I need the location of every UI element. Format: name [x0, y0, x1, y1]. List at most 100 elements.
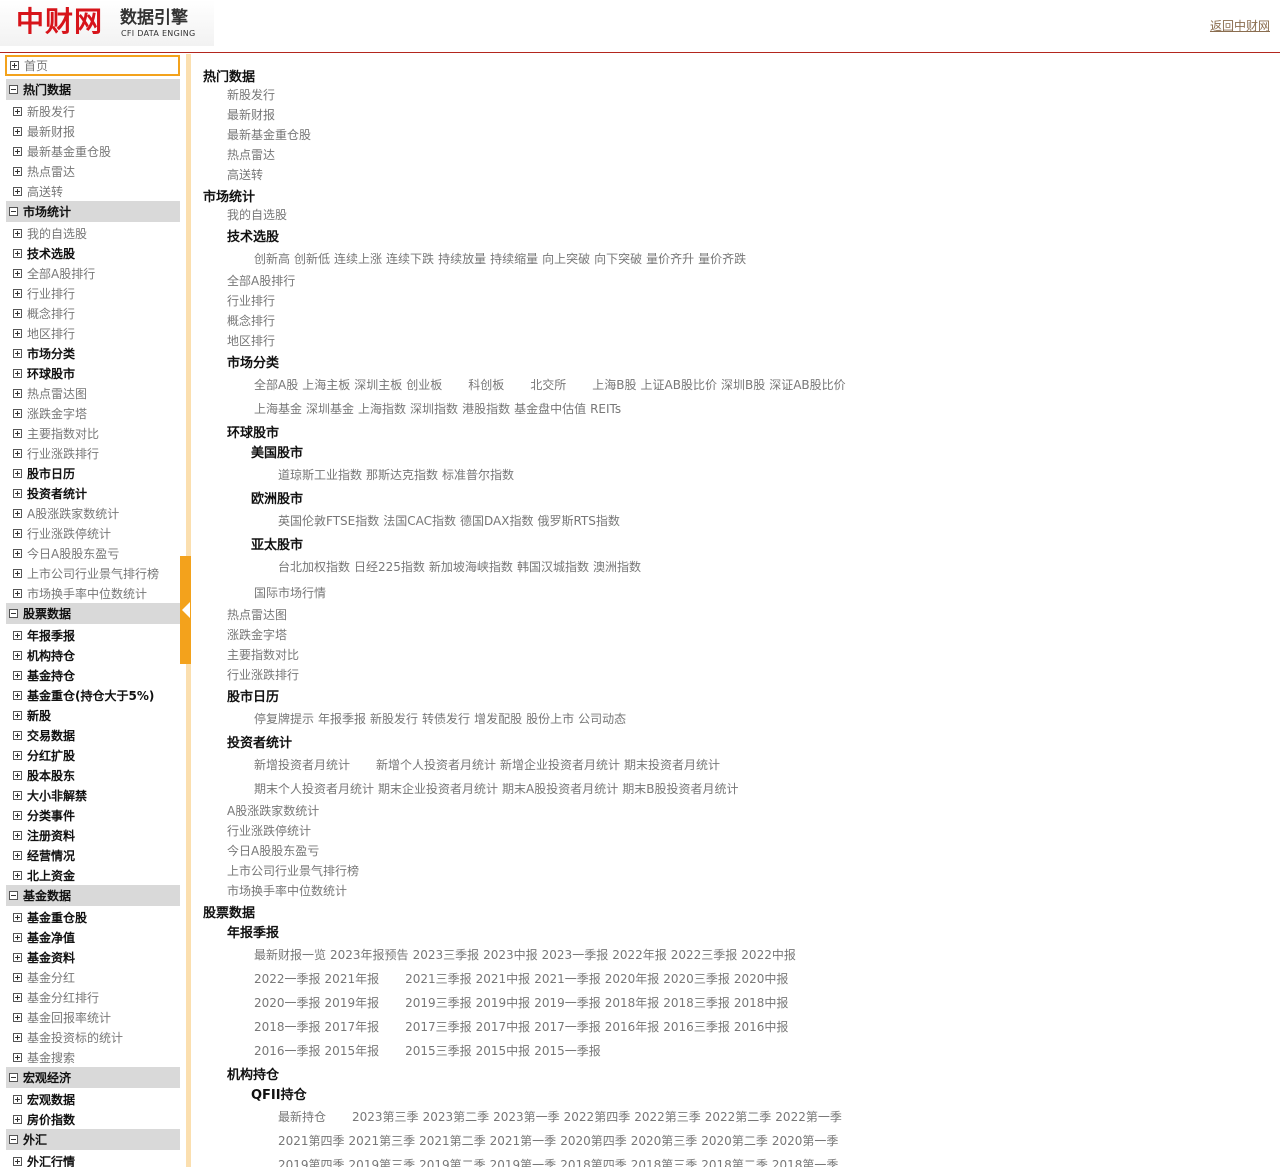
sidebar-item[interactable]: A股涨跌家数统计 [6, 503, 180, 523]
sidebar-item[interactable]: 基金回报率统计 [6, 1007, 180, 1027]
sidebar-item[interactable]: 最新基金重仓股 [6, 141, 180, 161]
link[interactable]: 创业板 [406, 378, 442, 392]
link[interactable]: 连续上涨 [334, 252, 382, 266]
link[interactable]: 2017三季报 [405, 1020, 472, 1034]
expand-icon[interactable] [13, 830, 22, 840]
expand-icon[interactable] [13, 126, 22, 136]
sidebar-category[interactable]: 市场统计 [6, 201, 180, 222]
sidebar-item[interactable]: 热点雷达图 [6, 383, 180, 403]
link[interactable]: 2018年报 [605, 996, 660, 1010]
expand-icon[interactable] [13, 630, 22, 640]
sidebar-item[interactable]: 行业排行 [6, 283, 180, 303]
link[interactable]: 最新基金重仓股 [227, 126, 311, 143]
sidebar-item[interactable]: 外汇行情 [6, 1151, 180, 1167]
link[interactable]: 新增投资者月统计 [254, 758, 350, 772]
link[interactable]: 上海基金 [254, 402, 302, 416]
sidebar-item[interactable]: 基金分红 [6, 967, 180, 987]
link[interactable]: 2015年报 [325, 1044, 380, 1058]
link[interactable]: 上市公司行业景气排行榜 [227, 862, 359, 879]
sidebar-item[interactable]: 涨跌金字塔 [6, 403, 180, 423]
link[interactable]: 英国伦敦FTSE指数 [278, 514, 379, 528]
link[interactable]: 2022第一季 [775, 1110, 842, 1124]
link[interactable]: 2020年报 [605, 972, 660, 986]
link[interactable]: 2019一季报 [534, 996, 601, 1010]
link[interactable]: 期末B股投资者月统计 [622, 782, 738, 796]
sidebar-item[interactable]: 环球股市 [6, 363, 180, 383]
link[interactable]: 那斯达克指数 [366, 468, 438, 482]
link[interactable]: 国际市场行情 [254, 584, 326, 601]
link[interactable]: 2020三季报 [663, 972, 730, 986]
sidebar-item[interactable]: 股本股东 [6, 765, 180, 785]
link[interactable]: 连续下跌 [386, 252, 434, 266]
link[interactable]: 量价齐升 [646, 252, 694, 266]
expand-icon[interactable] [13, 1156, 22, 1166]
sidebar-item[interactable]: 年报季报 [6, 625, 180, 645]
link[interactable]: 上证AB股比价 [641, 378, 717, 392]
link[interactable]: 涨跌金字塔 [227, 626, 287, 643]
sidebar-item[interactable]: 上市公司行业景气排行榜 [6, 563, 180, 583]
sidebar-item[interactable]: 概念排行 [6, 303, 180, 323]
sidebar-item[interactable]: 宏观数据 [6, 1089, 180, 1109]
sidebar-item[interactable]: 基金重仓(持仓大于5%) [6, 685, 180, 705]
link[interactable]: 科创板 [468, 378, 504, 392]
expand-icon[interactable] [13, 932, 22, 942]
site-logo[interactable]: 中财网 数据引擎 CFI DATA ENGING [0, 0, 214, 46]
link[interactable]: 2023中报 [483, 948, 538, 962]
expand-icon[interactable] [13, 508, 22, 518]
sidebar-item[interactable]: 行业涨跌停统计 [6, 523, 180, 543]
link[interactable]: 概念排行 [227, 312, 275, 329]
link[interactable]: 2021第三季 [349, 1134, 416, 1148]
sidebar-item[interactable]: 最新财报 [6, 121, 180, 141]
link[interactable]: 法国CAC指数 [383, 514, 456, 528]
link[interactable]: 期末个人投资者月统计 [254, 782, 374, 796]
link[interactable]: 市场换手率中位数统计 [227, 882, 347, 899]
expand-icon[interactable] [13, 912, 22, 922]
sidebar-item[interactable]: 基金净值 [6, 927, 180, 947]
expand-icon[interactable] [13, 248, 22, 258]
link[interactable]: 2015三季报 [405, 1044, 472, 1058]
link[interactable]: 2018第二季 [701, 1158, 768, 1167]
expand-icon[interactable] [13, 308, 22, 318]
sidebar-category[interactable]: 基金数据 [6, 885, 180, 906]
sidebar-item[interactable]: 房价指数 [6, 1109, 180, 1129]
expand-icon[interactable] [13, 166, 22, 176]
link[interactable]: 2015中报 [476, 1044, 531, 1058]
link[interactable]: 2020第二季 [701, 1134, 768, 1148]
link[interactable]: 2020第四季 [560, 1134, 627, 1148]
link[interactable]: 主要指数对比 [227, 646, 299, 663]
link[interactable]: 年报季报 [318, 712, 366, 726]
link[interactable]: 2021年报 [325, 972, 380, 986]
expand-icon[interactable] [13, 952, 22, 962]
sidebar-item[interactable]: 交易数据 [6, 725, 180, 745]
link[interactable]: 港股指数 [462, 402, 510, 416]
link[interactable]: 全部A股排行 [227, 272, 295, 289]
sidebar-item[interactable]: 新股发行 [6, 101, 180, 121]
link[interactable]: 创新高 [254, 252, 290, 266]
expand-icon[interactable] [13, 528, 22, 538]
sidebar-item[interactable]: 股市日历 [6, 463, 180, 483]
sidebar-item[interactable]: 新股 [6, 705, 180, 725]
collapse-icon[interactable] [9, 1073, 18, 1082]
expand-icon[interactable] [13, 870, 22, 880]
sidebar-item[interactable]: 机构持仓 [6, 645, 180, 665]
link[interactable]: 2018一季报 [254, 1020, 321, 1034]
link[interactable]: 全部A股 [254, 378, 298, 392]
link[interactable]: 2023一季报 [542, 948, 609, 962]
sidebar-item[interactable]: 分类事件 [6, 805, 180, 825]
link[interactable]: 2021第一季 [490, 1134, 557, 1148]
sidebar-item[interactable]: 注册资料 [6, 825, 180, 845]
link[interactable]: 韩国汉城指数 [517, 560, 589, 574]
link[interactable]: 2022第四季 [564, 1110, 631, 1124]
sidebar-item[interactable]: 基金资料 [6, 947, 180, 967]
link[interactable]: 2016三季报 [663, 1020, 730, 1034]
link[interactable]: 2018第一季 [772, 1158, 839, 1167]
expand-icon[interactable] [13, 448, 22, 458]
expand-icon[interactable] [13, 850, 22, 860]
link[interactable]: 深圳B股 [721, 378, 765, 392]
link[interactable]: 2023三季报 [413, 948, 480, 962]
expand-icon[interactable] [13, 1052, 22, 1062]
return-home-link[interactable]: 返回中财网 [1210, 17, 1270, 34]
sidebar-item[interactable]: 基金持仓 [6, 665, 180, 685]
link[interactable]: 热点雷达图 [227, 606, 287, 623]
link[interactable]: 2020第三季 [631, 1134, 698, 1148]
